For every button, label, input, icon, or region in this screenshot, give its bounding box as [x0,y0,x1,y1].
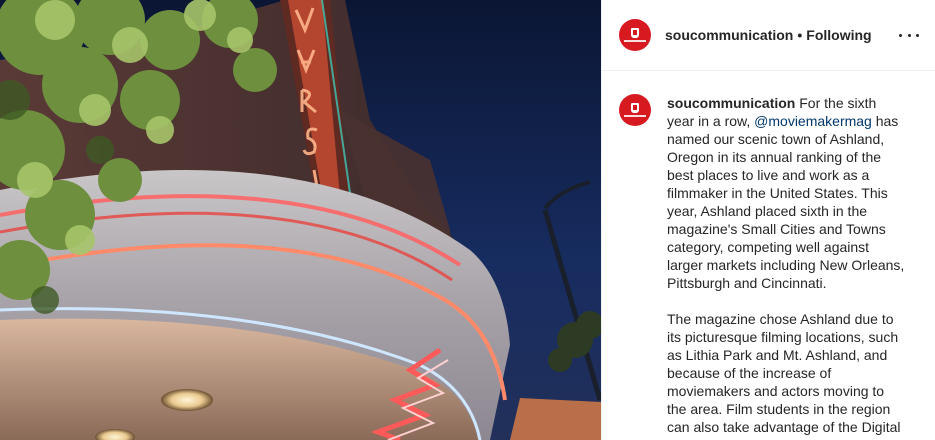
mention-link[interactable]: @moviemakermag [754,113,872,129]
username-link[interactable]: soucommunication [665,27,793,43]
caption-avatar[interactable] [619,94,651,126]
more-options-icon[interactable] [899,26,919,44]
university-logo-icon [631,28,639,38]
post-caption: soucommunication For the sixth year in a… [619,94,919,440]
caption-paragraph-1: soucommunication For the sixth year in a… [667,94,907,292]
caption-paragraph-2: The magazine chose Ashland due to its pi… [667,311,901,435]
caption-text: soucommunication For the sixth year in a… [667,94,907,440]
university-logo-icon [631,103,639,113]
theater-marquee-photo [0,0,601,440]
following-button[interactable]: Following [806,27,871,43]
post-header: soucommunication • Following [602,0,935,71]
post-side-panel: soucommunication • Following soucommunic… [601,0,935,440]
post-photo[interactable] [0,0,601,440]
caption-body: has named our scenic town of Ashland, Or… [667,113,905,291]
avatar[interactable] [619,19,651,51]
separator-dot: • [797,27,803,43]
caption-username-link[interactable]: soucommunication [667,95,795,111]
